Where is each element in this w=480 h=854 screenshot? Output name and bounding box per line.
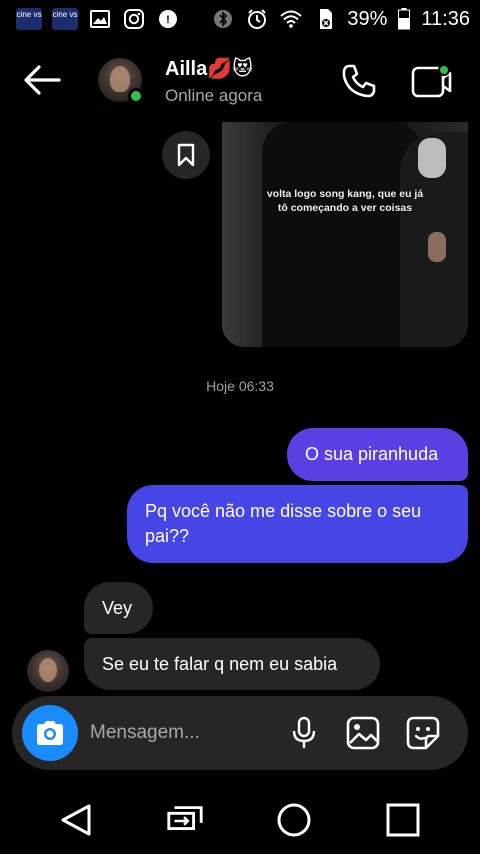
sender-avatar[interactable] [27,650,69,692]
media-caption-line: tô começando a ver coisas [277,202,413,214]
save-media-button[interactable] [162,131,210,179]
gallery-notification-icon [88,8,112,30]
media-caption-line: volta logo song kang, que eu já [266,188,424,200]
nav-switch-button[interactable] [165,800,205,840]
message-text: Vey [102,597,133,618]
phone-icon [342,64,376,98]
bluetooth-icon [211,8,235,30]
sent-message[interactable]: Pq você não me disse sobre o seu pai?? [127,485,468,563]
gallery-button[interactable] [345,715,381,751]
voice-message-button[interactable] [286,715,322,751]
data-saver-icon: ! [156,8,180,30]
alarm-icon [245,8,269,30]
clock: 11:36 [421,7,470,30]
cine-app-icon: cine vs [16,8,42,30]
nav-recents-icon [386,803,420,837]
conversation-timestamp: Hoje 06:33 [206,378,274,394]
no-sim-icon [313,8,337,30]
chat-header: Ailla💋😻 Online agora [0,44,480,118]
video-active-dot [438,64,450,76]
back-arrow-icon [24,65,61,95]
online-indicator [128,88,144,104]
received-message[interactable]: Vey [84,582,153,634]
message-text: Pq você não me disse sobre o seu pai?? [145,501,422,546]
microphone-icon [292,716,316,748]
battery-icon [397,8,411,30]
wifi-icon [279,8,303,30]
nav-back-button[interactable] [56,800,96,840]
media-caption: volta logo song kang, que eu já tô começ… [222,187,468,215]
contact-status: Online agora [165,86,263,105]
sticker-button[interactable] [405,715,441,751]
received-message[interactable]: Se eu te falar q nem eu sabia [84,638,380,690]
voice-call-button[interactable] [340,62,378,100]
nav-switch-icon [167,806,203,830]
camera-icon [37,721,63,745]
battery-percent: 39% [347,7,388,30]
message-text: O sua piranhuda [305,444,439,464]
status-bar: cine vs cine vs ! 39% 11:36 [0,0,480,38]
nav-home-icon [277,803,311,837]
media-figure [428,232,446,262]
message-input[interactable] [90,717,280,749]
system-navigation-bar [0,784,480,854]
nav-home-button[interactable] [274,800,314,840]
video-call-button[interactable] [410,62,452,100]
image-icon [346,716,380,750]
shared-video-thumbnail[interactable]: volta logo song kang, que eu já tô começ… [222,122,468,347]
sticker-icon [406,716,440,750]
instagram-notification-icon [122,8,146,30]
back-button[interactable] [22,62,62,98]
cine-app-icon: cine vs [52,8,78,30]
sent-message[interactable]: O sua piranhuda [287,428,468,481]
message-text: Se eu te falar q nem eu sabia [102,653,338,674]
bookmark-icon [177,143,195,167]
svg-text:!: ! [166,14,170,26]
media-figure [262,122,422,347]
contact-avatar[interactable] [98,58,144,104]
nav-back-icon [61,804,91,836]
contact-name[interactable]: Ailla💋😻 [165,56,253,81]
camera-button[interactable] [22,705,78,761]
nav-recents-button[interactable] [383,800,423,840]
media-figure [418,138,446,178]
message-composer [12,696,468,770]
